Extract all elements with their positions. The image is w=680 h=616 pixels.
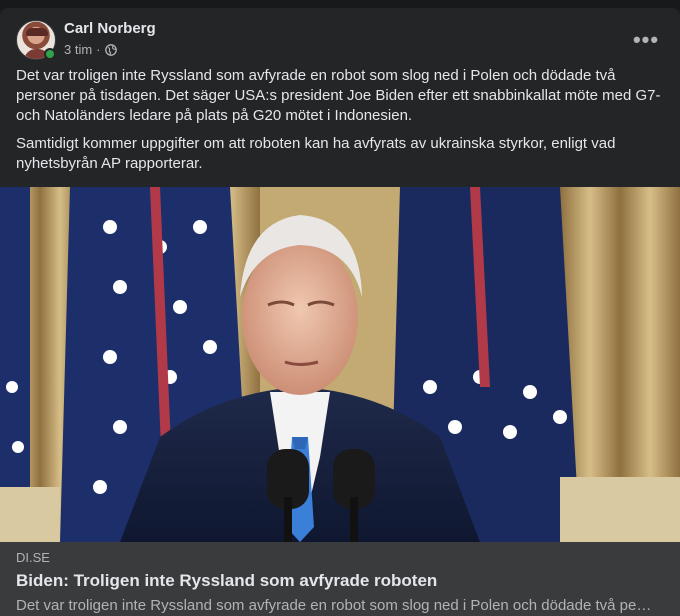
link-domain: DI.SE (16, 550, 50, 565)
post-timestamp[interactable]: 3 tim (64, 42, 92, 58)
post-image[interactable] (0, 187, 680, 542)
link-description: Det var troligen inte Ryssland som avfyr… (16, 597, 652, 614)
post-header: Carl Norberg 3 tim · ••• (16, 20, 664, 60)
author-name[interactable]: Carl Norberg (64, 20, 156, 38)
more-options-button[interactable]: ••• (628, 22, 664, 58)
link-preview[interactable]: DI.SE Biden: Troligen inte Ryssland som … (0, 542, 680, 616)
post-paragraph: Samtidigt kommer uppgifter om att robote… (16, 135, 616, 172)
post-card: Carl Norberg 3 tim · ••• Det var trolige… (0, 8, 680, 616)
post-text: Det var troligen inte Ryssland som avfyr… (16, 66, 664, 182)
online-status-dot (44, 48, 56, 60)
more-options-icon: ••• (632, 27, 660, 52)
meta-separator: · (96, 42, 101, 57)
link-title[interactable]: Biden: Troligen inte Ryssland som avfyra… (16, 570, 664, 592)
post-paragraph: Det var troligen inte Ryssland som avfyr… (16, 67, 661, 124)
post-meta: 3 tim · (64, 42, 117, 58)
globe-icon (104, 44, 117, 56)
